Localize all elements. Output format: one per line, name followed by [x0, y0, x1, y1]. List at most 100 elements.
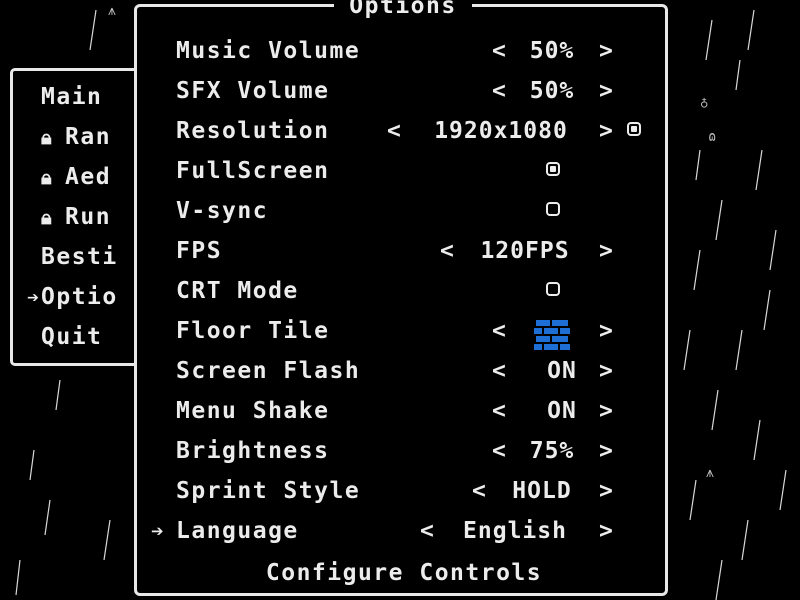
tile-brick [536, 336, 550, 342]
option-value: 50% [529, 38, 575, 64]
resolution-apply-checkbox[interactable] [627, 122, 641, 136]
arrow-right-button[interactable]: > [599, 511, 613, 551]
lock-icon: 🔒︎ [41, 205, 54, 229]
option-value: English [463, 518, 567, 544]
rain-drop [15, 559, 21, 596]
option-value: HOLD [512, 478, 572, 504]
option-label: Floor Tile [176, 318, 330, 344]
options-title: Options [334, 0, 472, 19]
tile-brick [534, 344, 542, 350]
main-menu-item-label: Quit [41, 324, 103, 350]
option-label: Sprint Style [176, 478, 361, 504]
arrow-left-button[interactable]: < [387, 111, 401, 151]
main-menu-panel: Main 🔒︎ Ran 🔒︎ Aed 🔒︎ Run Besti ➔ Optio Quit [10, 68, 150, 366]
arrow-right-button[interactable]: > [599, 231, 613, 271]
main-menu-item-bestiary[interactable]: Besti [41, 237, 118, 277]
option-label: FullScreen [176, 158, 330, 184]
main-menu-item-ran[interactable]: 🔒︎ Ran [41, 117, 111, 157]
option-row-menu-shake[interactable]: Menu Shake < ON > [137, 391, 671, 431]
arrow-right-button[interactable]: > [599, 351, 613, 391]
option-row-fps[interactable]: FPS < 120FPS > [137, 231, 671, 271]
rain-drop [747, 9, 755, 51]
option-row-sfx-volume[interactable]: SFX Volume < 50% > [137, 71, 671, 111]
main-menu-item-label: Aed [65, 164, 112, 190]
tree-icon: ♁ [700, 95, 709, 111]
rain-drop [769, 229, 777, 271]
option-label: V-sync [176, 198, 269, 224]
rain-drop [753, 419, 761, 461]
option-value: 120FPS [480, 238, 570, 264]
main-menu-item-aed[interactable]: 🔒︎ Aed [41, 157, 111, 197]
option-row-crt-mode[interactable]: CRT Mode [137, 271, 671, 311]
main-menu-item-label: Besti [41, 244, 118, 270]
main-menu-item-label: Main [41, 84, 103, 110]
main-menu-item-options[interactable]: ➔ Optio [27, 277, 118, 317]
arrow-left-button[interactable]: < [472, 471, 486, 511]
rain-drop [89, 9, 97, 51]
main-menu-item-label: Run [65, 204, 112, 230]
option-row-fullscreen[interactable]: FullScreen [137, 151, 671, 191]
main-menu-item-main[interactable]: Main [41, 77, 102, 117]
crt-mode-checkbox[interactable] [546, 282, 560, 296]
arrow-left-button[interactable]: < [492, 311, 506, 351]
option-label: CRT Mode [176, 278, 299, 304]
arrow-right-button[interactable]: > [599, 311, 613, 351]
arrow-left-button[interactable]: < [492, 431, 506, 471]
tile-brick [544, 328, 558, 334]
tile-brick [544, 344, 558, 350]
tile-brick [560, 328, 570, 334]
option-value: ON [547, 358, 577, 384]
rain-drop [705, 19, 713, 61]
tree-icon: ɷ [708, 129, 717, 145]
rain-drop [689, 479, 697, 521]
rain-drop [755, 149, 763, 191]
rain-drop [741, 519, 749, 561]
tile-brick [534, 328, 542, 334]
option-row-music-volume[interactable]: Music Volume < 50% > [137, 31, 671, 71]
option-row-language[interactable]: ➔ Language < English > [137, 511, 671, 551]
arrow-right-button[interactable]: > [599, 71, 613, 111]
arrow-left-button[interactable]: < [492, 31, 506, 71]
arrow-left-button[interactable]: < [492, 71, 506, 111]
rain-drop [763, 289, 771, 331]
floor-tile-swatch [534, 320, 570, 350]
option-label: SFX Volume [176, 78, 330, 104]
lock-icon: 🔒︎ [41, 165, 54, 189]
option-row-floor-tile[interactable]: Floor Tile < > [137, 311, 671, 351]
options-panel: Options Music Volume < 50% > SFX Volume … [134, 0, 671, 596]
tree-icon: ⩚ [108, 3, 116, 19]
option-label: Music Volume [176, 38, 361, 64]
option-value: ON [547, 398, 577, 424]
vsync-checkbox[interactable] [546, 202, 560, 216]
main-menu-item-quit[interactable]: Quit [41, 317, 102, 357]
option-row-brightness[interactable]: Brightness < 75% > [137, 431, 671, 471]
option-row-vsync[interactable]: V-sync [137, 191, 671, 231]
option-label: Language [176, 518, 299, 544]
rain-drop [695, 149, 701, 181]
arrow-left-button[interactable]: < [492, 351, 506, 391]
arrow-right-button[interactable]: > [599, 471, 613, 511]
option-row-sprint-style[interactable]: Sprint Style < HOLD > [137, 471, 671, 511]
rain-drop [44, 499, 51, 536]
option-row-resolution[interactable]: Resolution < 1920x1080 > [137, 111, 671, 151]
arrow-left-button[interactable]: < [420, 511, 434, 551]
rain-drop [103, 519, 111, 561]
rain-drop [55, 379, 61, 411]
arrow-left-button[interactable]: < [492, 391, 506, 431]
arrow-right-button[interactable]: > [599, 391, 613, 431]
arrow-right-button[interactable]: > [599, 111, 613, 151]
arrow-right-button[interactable]: > [599, 431, 613, 471]
option-row-screen-flash[interactable]: Screen Flash < ON > [137, 351, 671, 391]
arrow-left-button[interactable]: < [440, 231, 454, 271]
tile-brick [552, 320, 568, 326]
configure-controls-button[interactable]: Configure Controls [137, 553, 671, 593]
rain-drop [693, 249, 701, 291]
main-menu-item-label: Optio [41, 284, 118, 310]
main-menu-item-run[interactable]: 🔒︎ Run [41, 197, 111, 237]
option-value: 75% [529, 438, 575, 464]
arrow-right-button[interactable]: > [599, 31, 613, 71]
rain-drop [779, 469, 787, 511]
tile-brick [560, 344, 570, 350]
option-value: 50% [529, 78, 575, 104]
fullscreen-checkbox[interactable] [546, 162, 560, 176]
